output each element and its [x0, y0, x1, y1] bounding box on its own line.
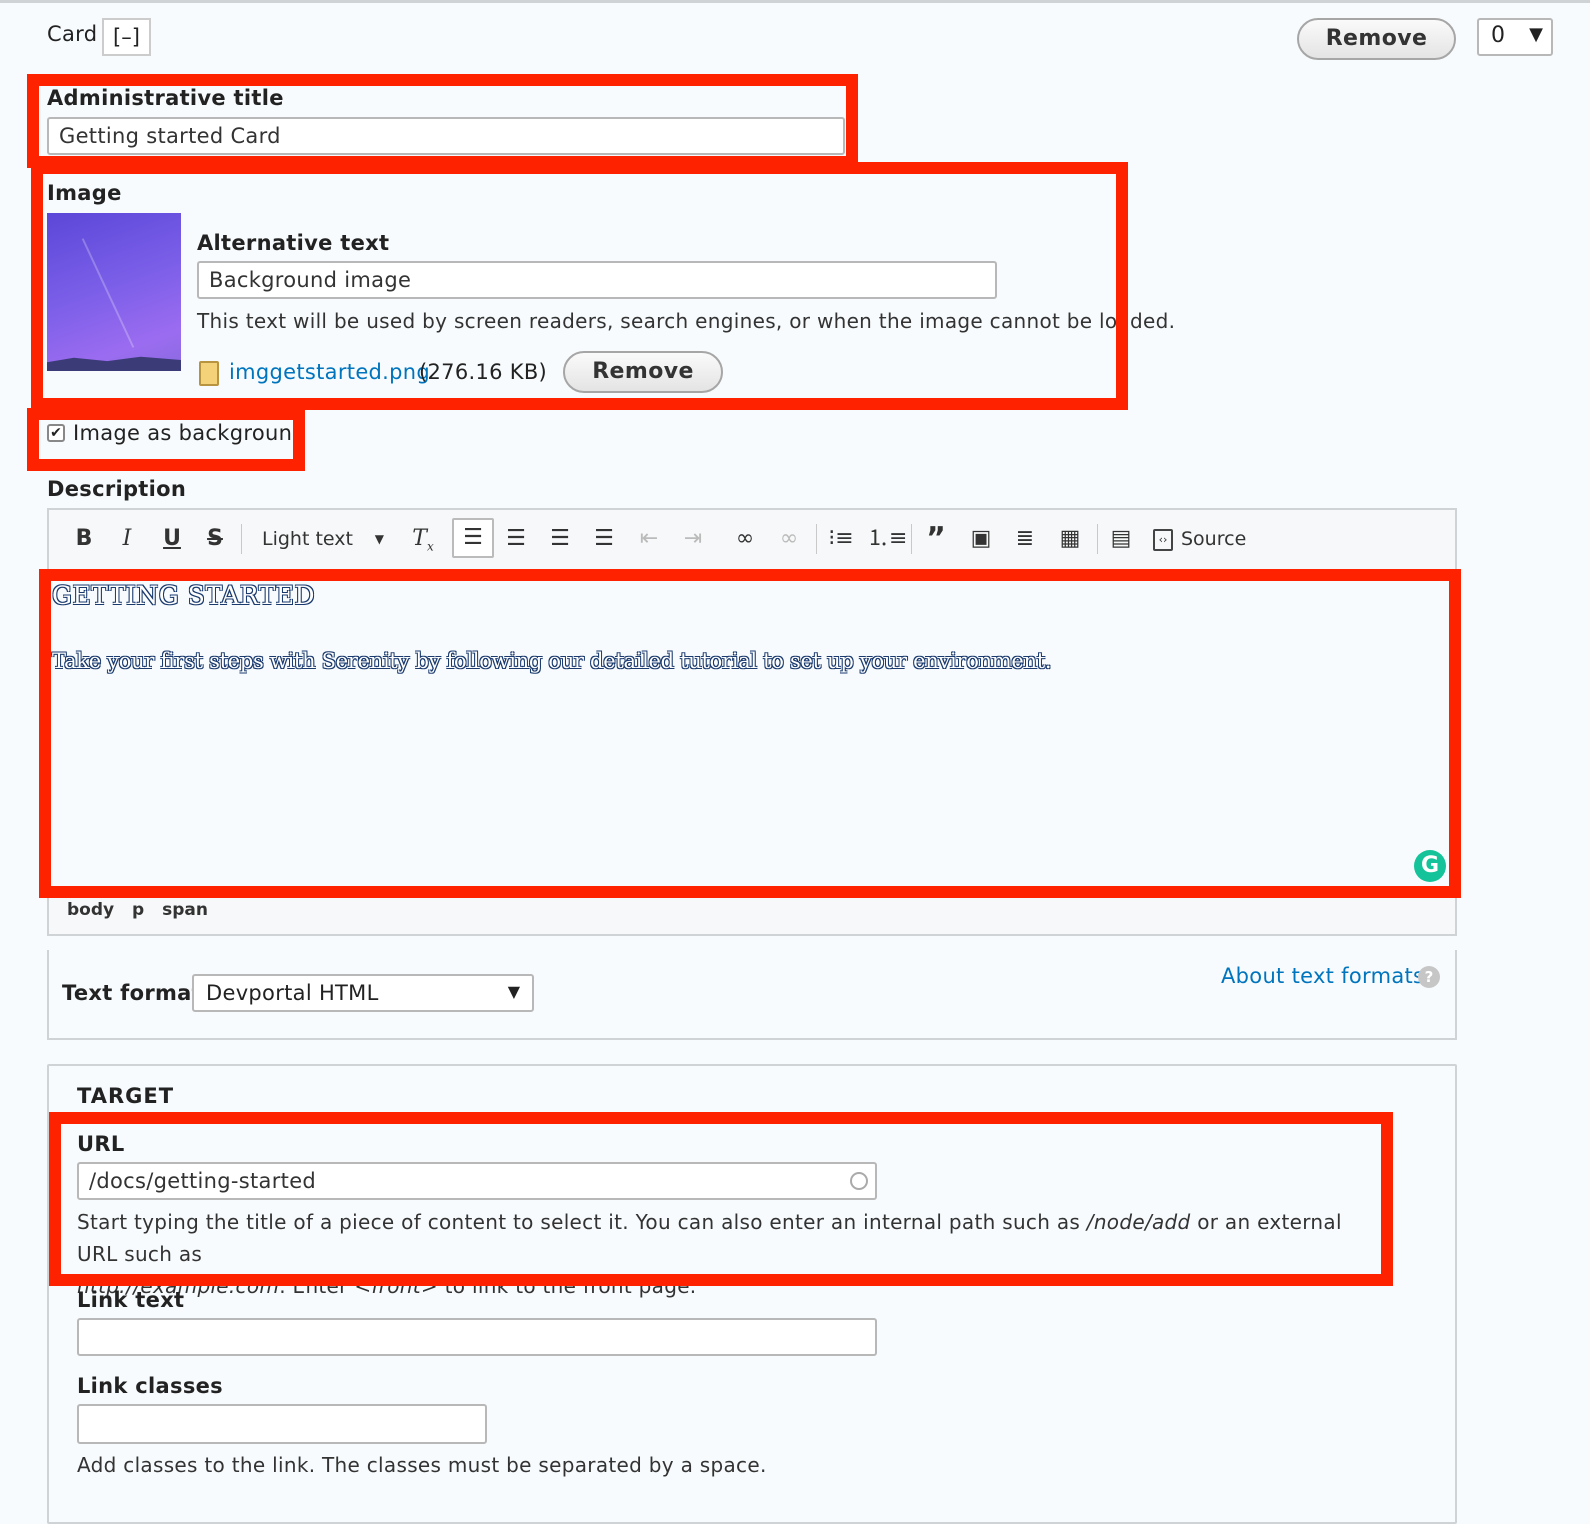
table-icon[interactable]: ▦	[1052, 522, 1088, 556]
element-path: body p span	[67, 900, 208, 920]
toolbar-separator	[241, 524, 242, 554]
weight-select[interactable]: 0 ▼	[1477, 18, 1553, 56]
chevron-down-icon: ▼	[1529, 24, 1543, 45]
align-right-icon[interactable]: ☰	[542, 522, 578, 556]
text-format-select[interactable]: Devportal HTML ▼	[192, 974, 534, 1012]
align-left-icon[interactable]: ☰	[452, 518, 494, 558]
link-text-input[interactable]	[77, 1318, 877, 1356]
link-classes-label: Link classes	[77, 1374, 223, 1398]
source-button[interactable]: ‹› Source	[1153, 522, 1246, 556]
underline-button[interactable]: U	[154, 522, 190, 556]
blockquote-icon[interactable]: ”	[918, 522, 954, 556]
help-icon[interactable]: ?	[1418, 966, 1440, 988]
weight-value: 0	[1491, 23, 1505, 48]
about-text-formats-link[interactable]: About text formats	[1221, 964, 1424, 988]
collapse-toggle[interactable]: [–]	[102, 18, 151, 56]
align-justify-icon[interactable]: ☰	[586, 522, 622, 556]
chevron-down-icon: ▼	[374, 532, 384, 546]
description-label: Description	[47, 477, 187, 501]
link-text-label: Link text	[77, 1288, 185, 1312]
template-icon[interactable]: ▤	[1103, 522, 1139, 556]
text-format-value: Devportal HTML	[206, 981, 379, 1005]
image-icon[interactable]: ▣	[963, 522, 999, 556]
text-format-label: Text format	[62, 981, 202, 1005]
link-classes-input[interactable]	[77, 1404, 487, 1444]
outdent-icon[interactable]: ⇤	[631, 522, 667, 556]
remove-format-icon[interactable]: Tx	[405, 522, 441, 556]
link-icon[interactable]: ∞	[727, 522, 763, 556]
align-center-icon[interactable]: ☰	[498, 522, 534, 556]
style-select[interactable]: Light text ▼	[252, 522, 392, 556]
card-remove-button[interactable]: Remove	[1297, 18, 1456, 60]
highlight-editor	[39, 569, 1461, 898]
path-body[interactable]: body	[67, 900, 114, 920]
bulleted-list-icon[interactable]: ⁝≡	[823, 522, 859, 556]
unlink-icon[interactable]: ∞	[771, 522, 807, 556]
horizontal-rule-icon[interactable]: ≣	[1007, 522, 1043, 556]
style-select-value: Light text	[262, 528, 353, 550]
bold-button[interactable]: B	[66, 522, 102, 556]
toolbar-separator	[1097, 524, 1098, 554]
italic-button[interactable]: I	[109, 522, 145, 556]
toolbar-separator	[911, 524, 912, 554]
strikethrough-button[interactable]: S	[197, 522, 233, 556]
numbered-list-icon[interactable]: ⒈≡	[867, 522, 907, 556]
chevron-down-icon: ▼	[507, 982, 520, 1001]
source-icon: ‹›	[1153, 528, 1173, 551]
toolbar-separator	[816, 524, 817, 554]
source-label: Source	[1181, 528, 1247, 550]
path-p[interactable]: p	[132, 900, 144, 920]
highlight-checkbox	[27, 408, 305, 471]
highlight-url	[49, 1112, 1393, 1286]
highlight-admin-title	[27, 74, 858, 168]
top-divider	[0, 0, 1590, 3]
indent-icon[interactable]: ⇥	[675, 522, 711, 556]
link-classes-help: Add classes to the link. The classes mus…	[77, 1453, 767, 1477]
card-label: Card	[47, 22, 98, 46]
target-legend: TARGET	[77, 1084, 175, 1108]
path-span[interactable]: span	[162, 900, 208, 920]
highlight-image	[31, 162, 1128, 410]
